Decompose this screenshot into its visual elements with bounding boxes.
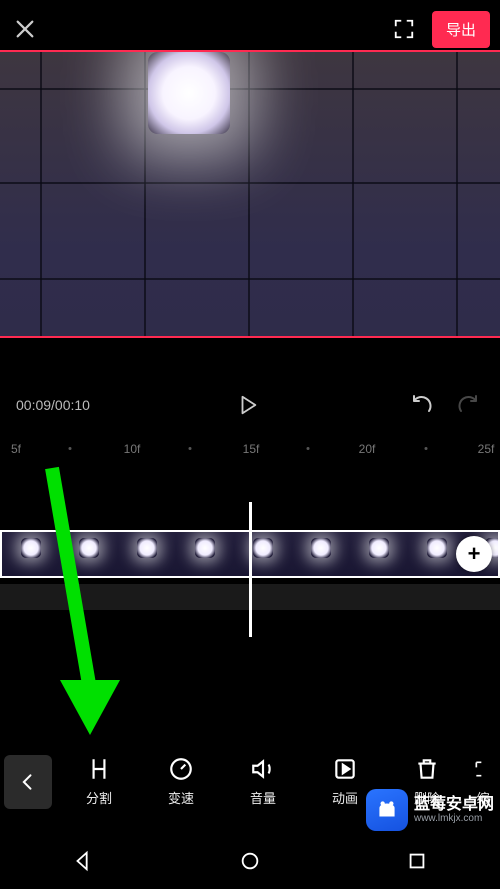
delete-icon	[414, 756, 440, 782]
tool-label: 分割	[86, 788, 112, 807]
export-button[interactable]: 导出	[432, 11, 490, 48]
tool-label: 变速	[168, 788, 194, 807]
ruler-mark: 15f	[243, 442, 260, 456]
ruler-mark: 5f	[11, 442, 21, 456]
split-icon	[86, 756, 112, 782]
clip-thumbnail	[234, 532, 292, 576]
ruler-mark: 10f	[124, 442, 141, 456]
watermark: 蓝莓安卓网 www.lmkjx.com	[366, 789, 494, 831]
fullscreen-icon[interactable]	[390, 15, 418, 43]
clip-thumbnail	[60, 532, 118, 576]
close-icon[interactable]	[10, 14, 40, 44]
ruler-mark: 25f	[478, 442, 495, 456]
watermark-url: www.lmkjx.com	[414, 813, 494, 824]
time-display: 00:09/00:10	[16, 397, 90, 413]
speed-icon	[168, 756, 194, 782]
nav-recents-button[interactable]	[397, 841, 437, 881]
clip-thumbnail	[176, 532, 234, 576]
tool-volume[interactable]: 音量	[222, 756, 304, 807]
nav-home-button[interactable]	[230, 841, 270, 881]
nav-back-button[interactable]	[63, 841, 103, 881]
clip-thumbnail	[350, 532, 408, 576]
tool-speed[interactable]: 变速	[140, 756, 222, 807]
preview-content	[0, 52, 500, 336]
volume-icon	[250, 756, 276, 782]
playhead[interactable]	[249, 502, 252, 637]
ruler-mark: 20f	[359, 442, 376, 456]
video-preview[interactable]	[0, 50, 500, 338]
undo-button[interactable]	[406, 390, 436, 420]
clip-thumbnail	[118, 532, 176, 576]
tool-split[interactable]: 分割	[58, 756, 140, 807]
watermark-title: 蓝莓安卓网	[414, 796, 494, 814]
play-button[interactable]	[233, 390, 263, 420]
watermark-logo	[366, 789, 408, 831]
android-navigation-bar	[0, 833, 500, 889]
animation-icon	[332, 756, 358, 782]
scale-icon	[470, 756, 496, 782]
tool-label: 动画	[332, 788, 358, 807]
add-clip-button[interactable]: +	[456, 536, 492, 572]
toolbar-back-button[interactable]	[4, 755, 52, 809]
redo-button	[454, 390, 484, 420]
clip-thumbnail	[2, 532, 60, 576]
clip-thumbnail	[292, 532, 350, 576]
timeline-ruler[interactable]: 5f 10f 15f 20f 25f	[0, 438, 500, 460]
tool-label: 音量	[250, 788, 276, 807]
